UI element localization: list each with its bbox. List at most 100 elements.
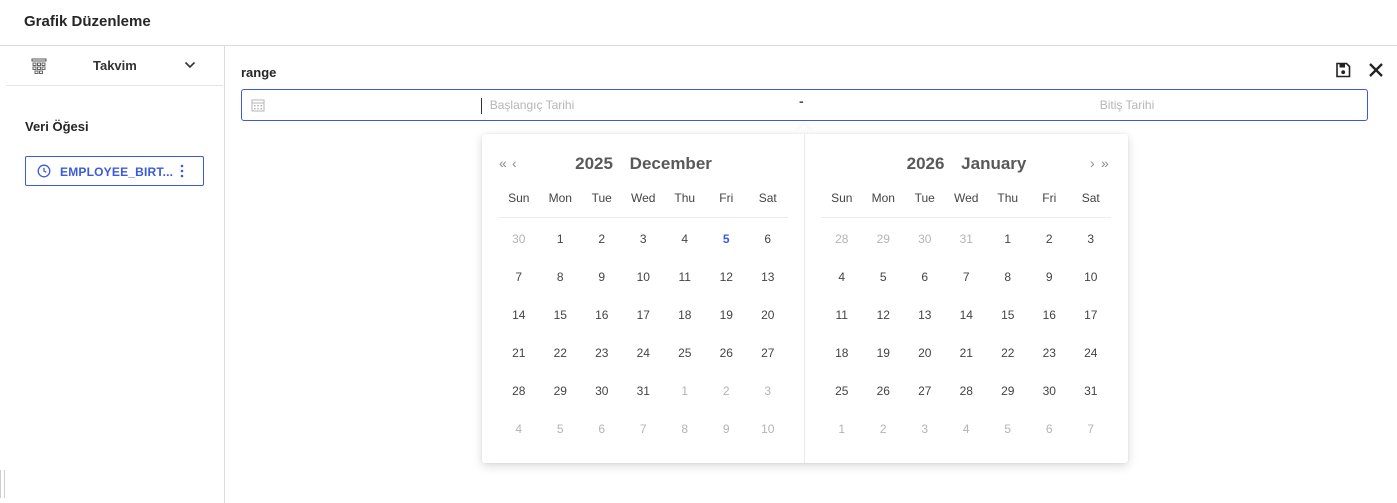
chart-type-dropdown[interactable]: Takvim [6,46,223,86]
calendar-day[interactable]: 14 [946,308,988,346]
start-date-input[interactable] [272,94,792,116]
calendar-day[interactable]: 24 [623,346,665,384]
calendar-day[interactable]: 29 [863,232,905,270]
calendar-day[interactable]: 22 [540,346,582,384]
calendar-day[interactable]: 8 [987,270,1029,308]
calendar-day[interactable]: 3 [1070,232,1112,270]
calendar-day[interactable]: 21 [498,346,540,384]
calendar-day[interactable]: 1 [540,232,582,270]
calendar-day[interactable]: 1 [664,384,706,422]
calendar-day[interactable]: 17 [1070,308,1112,346]
calendar-day[interactable]: 3 [904,422,946,460]
calendar-day[interactable]: 29 [987,384,1029,422]
calendar-day[interactable]: 15 [987,308,1029,346]
calendar-day[interactable]: 3 [623,232,665,270]
calendar-day[interactable]: 5 [863,270,905,308]
calendar-day[interactable]: 25 [821,384,863,422]
calendar-day[interactable]: 9 [581,270,623,308]
next-year-button[interactable]: » [1101,156,1109,170]
calendar-day[interactable]: 27 [747,346,789,384]
calendar-day[interactable]: 31 [1070,384,1112,422]
calendar-day[interactable]: 23 [1029,346,1071,384]
calendar-day[interactable]: 10 [747,422,789,460]
year-label[interactable]: 2025 [575,154,613,173]
calendar-day[interactable]: 6 [904,270,946,308]
month-label[interactable]: December [630,154,712,173]
calendar-day[interactable]: 14 [498,308,540,346]
calendar-day[interactable]: 24 [1070,346,1112,384]
calendar-day[interactable]: 20 [904,346,946,384]
calendar-day[interactable]: 26 [706,346,748,384]
calendar-day[interactable]: 4 [821,270,863,308]
calendar-day[interactable]: 2 [863,422,905,460]
calendar-day[interactable]: 13 [747,270,789,308]
calendar-day[interactable]: 26 [863,384,905,422]
calendar-day[interactable]: 30 [1029,384,1071,422]
calendar-day[interactable]: 5 [987,422,1029,460]
calendar-day[interactable]: 6 [747,232,789,270]
calendar-day[interactable]: 23 [581,346,623,384]
data-item-label: EMPLOYEE_BIRT... [60,165,174,179]
calendar-day[interactable]: 2 [706,384,748,422]
calendar-day[interactable]: 4 [946,422,988,460]
calendar-day[interactable]: 10 [1070,270,1112,308]
resize-handle[interactable] [0,470,5,498]
calendar-day[interactable]: 16 [1029,308,1071,346]
calendar-day[interactable]: 30 [904,232,946,270]
calendar-day[interactable]: 1 [821,422,863,460]
calendar-day[interactable]: 17 [623,308,665,346]
calendar-day[interactable]: 8 [540,270,582,308]
data-item-chip[interactable]: EMPLOYEE_BIRT... [25,156,204,186]
calendar-day[interactable]: 18 [821,346,863,384]
date-range-picker[interactable]: - [241,89,1368,121]
calendar-day[interactable]: 2 [1029,232,1071,270]
calendar-day[interactable]: 8 [664,422,706,460]
save-icon[interactable] [1335,62,1351,78]
calendar-day[interactable]: 27 [904,384,946,422]
calendar-day[interactable]: 11 [664,270,706,308]
calendar-day[interactable]: 12 [706,270,748,308]
calendar-day[interactable]: 30 [498,232,540,270]
calendar-day[interactable]: 19 [706,308,748,346]
calendar-day[interactable]: 28 [821,232,863,270]
calendar-day[interactable]: 4 [498,422,540,460]
calendar-day[interactable]: 31 [946,232,988,270]
calendar-day[interactable]: 7 [1070,422,1112,460]
calendar-day[interactable]: 31 [623,384,665,422]
month-label[interactable]: January [961,154,1026,173]
calendar-day[interactable]: 16 [581,308,623,346]
calendar-day[interactable]: 29 [540,384,582,422]
calendar-day[interactable]: 22 [987,346,1029,384]
calendar-day[interactable]: 3 [747,384,789,422]
calendar-day[interactable]: 12 [863,308,905,346]
calendar-day-today[interactable]: 5 [706,232,748,270]
calendar-day[interactable]: 1 [987,232,1029,270]
calendar-day[interactable]: 28 [498,384,540,422]
next-month-button[interactable]: › [1090,156,1095,170]
calendar-day[interactable]: 28 [946,384,988,422]
calendar-day[interactable]: 15 [540,308,582,346]
close-icon[interactable] [1368,62,1384,78]
calendar-day[interactable]: 11 [821,308,863,346]
calendar-day[interactable]: 7 [623,422,665,460]
calendar-day[interactable]: 7 [498,270,540,308]
calendar-day[interactable]: 9 [1029,270,1071,308]
calendar-day[interactable]: 2 [581,232,623,270]
calendar-day[interactable]: 5 [540,422,582,460]
calendar-day[interactable]: 7 [946,270,988,308]
calendar-day[interactable]: 20 [747,308,789,346]
calendar-day[interactable]: 6 [581,422,623,460]
more-options-icon[interactable] [177,164,187,178]
calendar-day[interactable]: 19 [863,346,905,384]
calendar-day[interactable]: 10 [623,270,665,308]
calendar-day[interactable]: 6 [1029,422,1071,460]
calendar-day[interactable]: 30 [581,384,623,422]
calendar-day[interactable]: 21 [946,346,988,384]
calendar-day[interactable]: 13 [904,308,946,346]
calendar-day[interactable]: 4 [664,232,706,270]
year-label[interactable]: 2026 [907,154,945,173]
end-date-input[interactable] [892,94,1362,116]
calendar-day[interactable]: 18 [664,308,706,346]
calendar-day[interactable]: 9 [706,422,748,460]
calendar-day[interactable]: 25 [664,346,706,384]
